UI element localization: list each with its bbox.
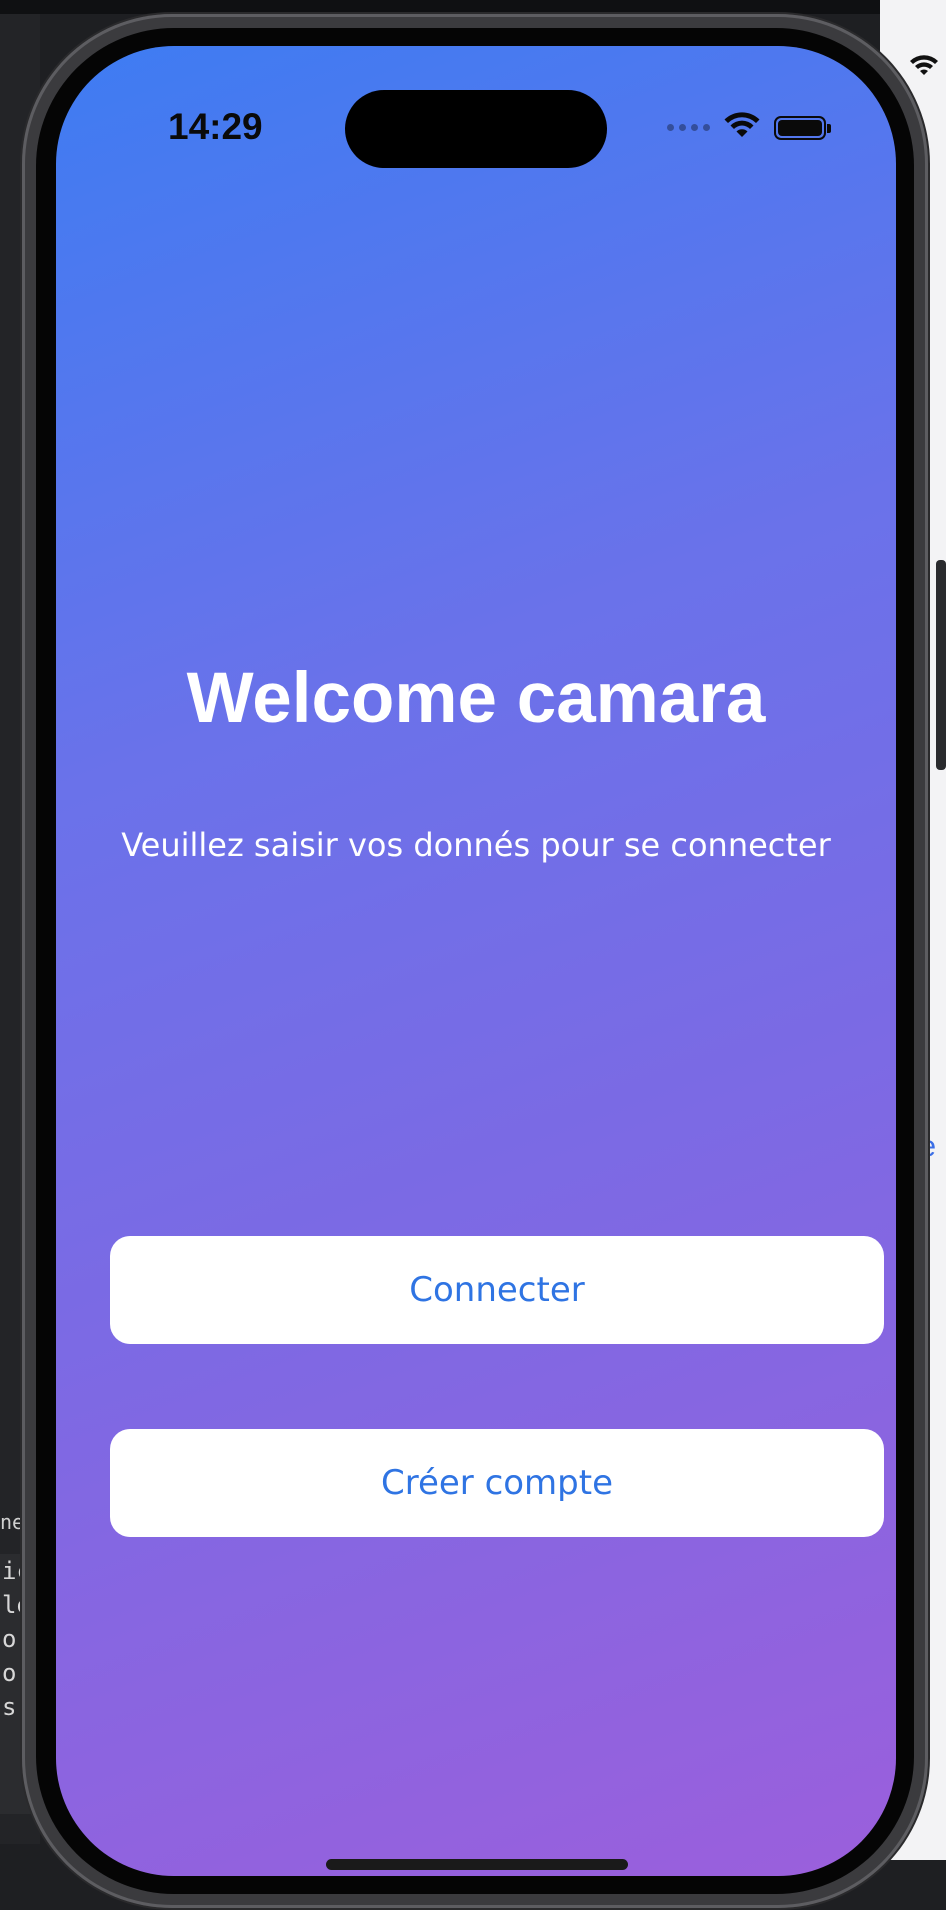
ide-panel-tag: ne <box>0 1510 25 1534</box>
wifi-icon <box>910 52 938 84</box>
mac-menu-strip <box>0 0 946 14</box>
scrollbar[interactable] <box>936 560 946 770</box>
status-bar: 14:29 <box>56 46 896 168</box>
welcome-subtitle: Veuillez saisir vos donnés pour se conne… <box>121 826 831 864</box>
welcome-title: Welcome camara <box>186 659 766 738</box>
cellular-signal-icon <box>667 124 710 131</box>
status-icons <box>667 112 831 143</box>
status-time: 14:29 <box>168 106 263 147</box>
dynamic-island <box>345 90 607 168</box>
app-screen: 14:29 Welcome camara Veuillez saisir vos… <box>56 46 896 1876</box>
home-indicator[interactable] <box>326 1859 628 1870</box>
phone-frame: 14:29 Welcome camara Veuillez saisir vos… <box>22 14 928 1908</box>
battery-icon <box>774 115 831 140</box>
connect-button[interactable]: Connecter <box>110 1236 884 1344</box>
wifi-icon <box>724 112 760 143</box>
create-account-button[interactable]: Créer compte <box>110 1429 884 1537</box>
